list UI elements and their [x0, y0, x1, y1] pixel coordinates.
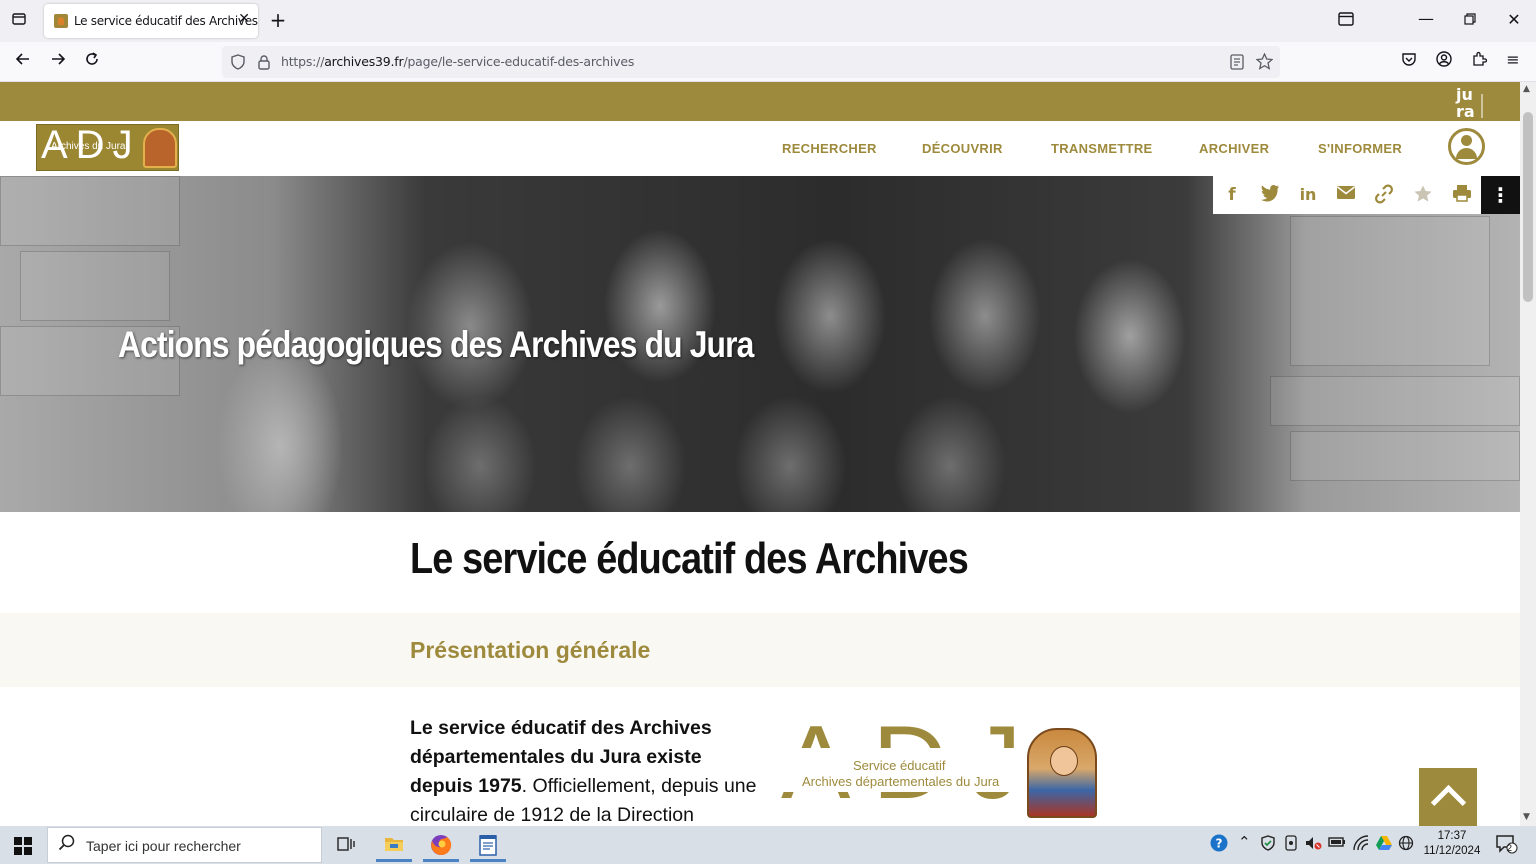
- site-favicon-icon: [54, 14, 68, 28]
- adj-logo[interactable]: ADJ Archives du Jura: [36, 123, 179, 171]
- windows-taskbar: Taper ici pour rechercher ? ⌃ 17:37 11/1…: [0, 826, 1536, 864]
- hero-photo-step: [1290, 431, 1520, 481]
- page-title: Le service éducatif des Archives: [410, 534, 969, 583]
- more-icon[interactable]: ⋮: [1481, 176, 1520, 214]
- twitter-icon[interactable]: [1259, 184, 1281, 206]
- reload-icon[interactable]: [81, 51, 103, 72]
- notification-count: 2: [1507, 843, 1513, 853]
- network-globe-icon[interactable]: [1398, 835, 1414, 855]
- file-explorer-icon[interactable]: [372, 828, 416, 862]
- facebook-icon[interactable]: f: [1221, 184, 1243, 206]
- url-scheme: https://: [281, 54, 325, 69]
- notepad-icon[interactable]: [466, 828, 510, 862]
- jura-department-logo[interactable]: ju ra: [1452, 84, 1488, 121]
- back-arrow-icon[interactable]: [12, 51, 34, 72]
- battery-icon[interactable]: [1328, 835, 1346, 853]
- window-close-icon[interactable]: ✕: [1504, 10, 1524, 30]
- address-bar[interactable]: https://archives39.fr/page/le-service-ed…: [222, 46, 1280, 78]
- forward-arrow-icon[interactable]: [47, 51, 69, 72]
- extensions-icon[interactable]: [1469, 51, 1489, 72]
- url-host: archives39.fr: [324, 54, 404, 69]
- section-title: Présentation générale: [410, 637, 651, 663]
- scroll-down-arrow-icon[interactable]: ▼: [1523, 812, 1530, 822]
- clock-time: 17:37: [1437, 830, 1467, 842]
- lock-icon[interactable]: [257, 54, 271, 74]
- tab-close-icon[interactable]: ✕: [238, 11, 250, 27]
- nav-rechercher[interactable]: RECHERCHER: [782, 141, 877, 156]
- taskbar-clock[interactable]: 17:37 11/12/2024: [1420, 829, 1484, 859]
- tray-expand-chevron-icon[interactable]: ⌃: [1238, 833, 1251, 851]
- user-account-icon[interactable]: [1448, 128, 1485, 165]
- nav-archiver[interactable]: ARCHIVER: [1199, 141, 1269, 156]
- adj-seal-icon: [143, 128, 177, 168]
- taskbar-search-placeholder: Taper ici pour rechercher: [86, 838, 241, 854]
- hero-photo-door: [1290, 216, 1490, 366]
- window-minimize-icon[interactable]: —: [1416, 9, 1436, 29]
- browser-tab-bar: Le service éducatif des Archives ✕ + — ✕: [0, 0, 1536, 42]
- device-icon[interactable]: [1284, 835, 1298, 855]
- section-header-band: Présentation générale: [0, 613, 1520, 687]
- linkedin-icon[interactable]: in: [1297, 184, 1319, 206]
- app-menu-icon[interactable]: ≡: [1503, 50, 1523, 70]
- hero-title: Actions pédagogiques des Archives du Jur…: [118, 324, 754, 365]
- print-icon[interactable]: [1451, 184, 1473, 206]
- reader-view-icon[interactable]: [1230, 54, 1244, 74]
- taskbar-search-box[interactable]: Taper ici pour rechercher: [47, 827, 322, 863]
- nav-sinformer[interactable]: S'INFORMER: [1318, 141, 1402, 156]
- tab-list-icon[interactable]: [9, 11, 29, 32]
- hero-banner: Actions pédagogiques des Archives du Jur…: [0, 176, 1520, 512]
- pocket-icon[interactable]: [1399, 51, 1419, 72]
- hero-photo-stone: [20, 251, 170, 321]
- shield-icon[interactable]: [230, 54, 246, 74]
- intro-paragraph: Le service éducatif des Archives départe…: [410, 714, 760, 826]
- nav-decouvrir[interactable]: DÉCOUVRIR: [922, 141, 1003, 156]
- url-path: /page/le-service-educatif-des-archives: [403, 54, 635, 69]
- sidebar-toggle-icon[interactable]: [1336, 11, 1356, 31]
- account-icon[interactable]: [1434, 51, 1454, 72]
- svg-text:ra: ra: [1456, 102, 1475, 120]
- wifi-icon[interactable]: [1352, 835, 1370, 855]
- top-gold-bar: ju ra: [0, 82, 1520, 121]
- tab-title: Le service éducatif des Archives: [74, 14, 258, 28]
- task-view-icon[interactable]: [324, 828, 368, 862]
- help-icon[interactable]: ?: [1210, 834, 1228, 856]
- email-icon[interactable]: [1335, 184, 1357, 206]
- page-viewport: ju ra ADJ Archives du Jura RECHERCHER DÉ…: [0, 82, 1520, 826]
- search-icon: [58, 834, 76, 857]
- hero-photo-stone: [0, 176, 180, 246]
- adj-service-educatif-logo: ADJ Service éducatif Archives départemen…: [775, 708, 1115, 822]
- new-tab-icon[interactable]: +: [268, 10, 288, 30]
- tab-active[interactable]: Le service éducatif des Archives ✕: [44, 4, 258, 38]
- star-icon[interactable]: [1412, 184, 1434, 206]
- svg-text:?: ?: [1216, 837, 1223, 851]
- page-scrollbar[interactable]: ▲ ▼: [1520, 82, 1536, 826]
- child-reading-portrait-icon: [1027, 728, 1097, 818]
- link-icon[interactable]: [1373, 184, 1395, 206]
- windows-start-icon[interactable]: [14, 837, 32, 859]
- security-shield-icon[interactable]: [1260, 835, 1276, 855]
- adj-service-line2: Archives départementales du Jura: [802, 774, 1000, 789]
- google-drive-icon[interactable]: [1375, 835, 1393, 855]
- nav-transmettre[interactable]: TRANSMETTRE: [1051, 141, 1153, 156]
- adj-service-line1: Service éducatif: [853, 758, 946, 773]
- share-toolbar: f in ⋮: [1213, 176, 1520, 214]
- firefox-icon[interactable]: [419, 828, 463, 862]
- browser-toolbar: https://archives39.fr/page/le-service-ed…: [0, 42, 1536, 82]
- back-to-top-button[interactable]: [1419, 768, 1477, 826]
- hero-photo-step: [1270, 376, 1520, 426]
- speaker-muted-icon[interactable]: [1305, 835, 1323, 855]
- clock-date: 11/12/2024: [1423, 845, 1481, 857]
- window-restore-icon[interactable]: [1460, 10, 1480, 30]
- bookmark-star-icon[interactable]: [1255, 52, 1274, 74]
- url-text[interactable]: https://archives39.fr/page/le-service-ed…: [281, 54, 634, 69]
- adj-logo-subtitle: Archives du Jura: [51, 141, 126, 152]
- scrollbar-thumb[interactable]: [1523, 112, 1533, 302]
- site-header: ADJ Archives du Jura RECHERCHER DÉCOUVRI…: [0, 121, 1520, 176]
- scroll-up-arrow-icon[interactable]: ▲: [1523, 84, 1530, 94]
